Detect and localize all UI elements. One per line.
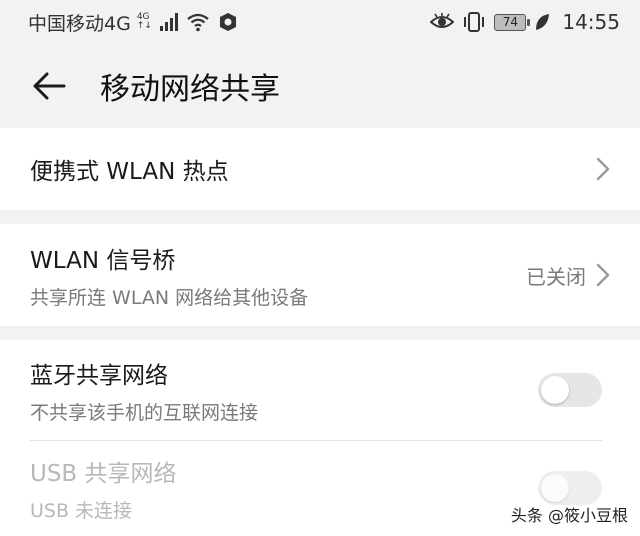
network-type-indicator: 4G ↑↓	[136, 12, 152, 31]
power-saving-leaf-icon	[536, 14, 550, 30]
page-title: 移动网络共享	[100, 72, 280, 107]
signal-strength-icon	[159, 13, 178, 31]
status-bar: 中国移动4G 4G ↑↓ 74 14:55	[0, 0, 640, 44]
toggle-knob	[541, 474, 569, 502]
hotspot-title: 便携式 WLAN 热点	[30, 159, 229, 185]
status-bar-right: 74 14:55	[430, 10, 620, 34]
page-header: 移动网络共享	[0, 44, 640, 128]
carrier-label: 中国移动4G	[28, 12, 131, 35]
wlan-bridge-status: 已关闭	[526, 264, 586, 289]
usb-tethering-toggle[interactable]	[538, 471, 602, 505]
hotspot-row[interactable]: 便携式 WLAN 热点	[0, 128, 640, 210]
watermark: 头条 @筱小豆根	[510, 506, 628, 525]
wlan-bridge-subtitle: 共享所连 WLAN 网络给其他设备	[30, 286, 309, 309]
wifi-icon	[187, 13, 209, 32]
vibrate-icon	[464, 12, 485, 32]
clock: 14:55	[562, 10, 620, 34]
app-notification-icon	[219, 13, 236, 31]
bluetooth-tethering-subtitle: 不共享该手机的互联网连接	[30, 401, 259, 424]
wlan-bridge-row[interactable]: WLAN 信号桥 共享所连 WLAN 网络给其他设备 已关闭	[0, 224, 640, 326]
wlan-bridge-group: WLAN 信号桥 共享所连 WLAN 网络给其他设备 已关闭	[0, 224, 640, 326]
bluetooth-tethering-toggle[interactable]	[538, 373, 602, 407]
arrow-left-icon	[33, 72, 66, 100]
bluetooth-tethering-row[interactable]: 蓝牙共享网络 不共享该手机的互联网连接	[0, 340, 640, 440]
chevron-right-icon	[596, 157, 610, 181]
hotspot-group: 便携式 WLAN 热点	[0, 128, 640, 210]
chevron-right-icon	[596, 263, 610, 287]
usb-tethering-title: USB 共享网络	[30, 460, 177, 487]
battery-icon: 74	[494, 13, 531, 31]
usb-tethering-subtitle: USB 未连接	[30, 499, 133, 522]
status-bar-left: 中国移动4G 4G ↑↓	[28, 9, 238, 36]
bluetooth-tethering-title: 蓝牙共享网络	[30, 362, 168, 389]
eye-comfort-icon	[430, 13, 455, 28]
toggle-knob	[541, 376, 569, 404]
wlan-bridge-title: WLAN 信号桥	[30, 247, 176, 274]
back-button[interactable]	[0, 44, 100, 128]
